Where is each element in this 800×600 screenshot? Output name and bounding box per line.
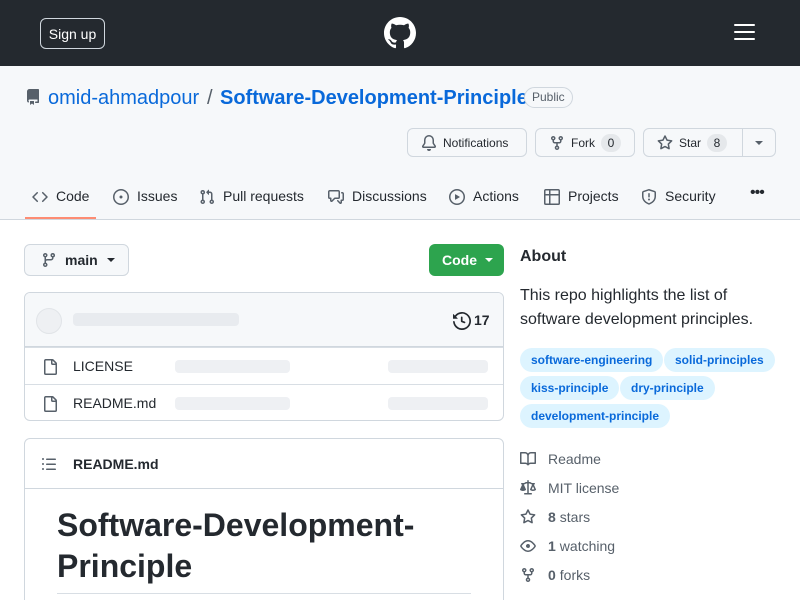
forks-count: 0 [548, 567, 556, 583]
star-icon [657, 134, 673, 149]
tab-discussions[interactable]: Discussions [328, 188, 427, 228]
law-icon [520, 480, 536, 495]
commit-date-placeholder [388, 360, 488, 373]
commit-message-placeholder [175, 360, 290, 373]
list-unordered-icon[interactable] [41, 456, 57, 472]
latest-commit-bar: 17 [25, 293, 503, 347]
button-divider [742, 128, 743, 157]
stars-label: stars [559, 509, 591, 525]
notifications-label: Notifications [443, 135, 509, 150]
fork-icon [551, 135, 563, 150]
path-separator: / [207, 87, 213, 109]
about-heading: About [520, 248, 567, 265]
triangle-down-icon[interactable] [754, 139, 764, 147]
commit-date-placeholder [388, 397, 488, 410]
hamburger-icon[interactable] [734, 24, 755, 40]
branch-name: main [65, 252, 98, 268]
fork-count: 0 [601, 133, 621, 152]
readme-filename[interactable]: README.md [73, 456, 159, 472]
topic-tag[interactable]: dry-principle [620, 376, 715, 400]
file-icon [44, 359, 57, 375]
tab-code[interactable]: Code [32, 188, 89, 228]
readme-link[interactable]: Readme [520, 451, 601, 467]
file-name[interactable]: LICENSE [73, 358, 133, 374]
star-button-group: Star 8 [643, 128, 776, 157]
tab-label: Pull requests [223, 188, 304, 204]
star-icon [520, 509, 536, 524]
shield-icon [642, 189, 656, 205]
readme-label: Readme [548, 451, 601, 467]
file-icon [44, 396, 57, 412]
history-icon[interactable] [453, 312, 471, 330]
tab-pull-requests[interactable]: Pull requests [199, 188, 304, 228]
readme-heading: Software-Development-Principle [57, 507, 415, 584]
stars-link[interactable]: 8 stars [520, 509, 590, 525]
code-icon [32, 191, 48, 203]
fork-button[interactable]: Fork 0 [535, 128, 635, 157]
triangle-down-icon [106, 258, 115, 262]
kebab-icon[interactable]: ••• [750, 184, 765, 224]
tab-label: Actions [473, 188, 519, 204]
topic-tag[interactable]: solid-principles [664, 348, 775, 372]
tab-actions[interactable]: Actions [449, 188, 519, 228]
fork-label: Fork [571, 135, 595, 150]
license-label: MIT license [548, 480, 620, 496]
tab-label: Issues [137, 188, 178, 204]
watching-label: watching [559, 538, 616, 554]
commit-message-placeholder [175, 397, 290, 410]
watching-count: 1 [548, 538, 556, 554]
readme-header: README.md [25, 439, 503, 489]
topic-tag[interactable]: development-principle [520, 404, 671, 428]
code-download-button[interactable]: Code [429, 244, 504, 276]
more-tabs-label: ••• [750, 184, 765, 201]
issue-icon [113, 189, 129, 205]
play-icon [449, 189, 465, 205]
selected-tab-indicator [25, 217, 96, 219]
repo-owner-link[interactable]: omid-ahmadpour [48, 87, 199, 110]
table-icon [544, 189, 560, 205]
branch-select-button[interactable]: main [24, 244, 129, 276]
file-browser: 17 LICENSE README.md [24, 292, 504, 421]
star-label[interactable]: Star [679, 136, 701, 150]
tab-issues[interactable]: Issues [113, 188, 177, 228]
pull-request-icon [200, 189, 215, 205]
tab-label: Discussions [352, 188, 427, 204]
site-header: Sign up [0, 0, 800, 66]
book-icon [520, 451, 536, 466]
forks-label: forks [559, 567, 591, 583]
tab-label: Projects [568, 188, 619, 204]
tab-label: Security [665, 188, 716, 204]
topic-tag[interactable]: kiss-principle [520, 376, 620, 400]
bell-icon [421, 134, 436, 151]
commit-message-placeholder [73, 313, 239, 326]
star-count: 8 [707, 133, 728, 152]
avatar-placeholder [36, 308, 62, 334]
watchers-link[interactable]: 1 watching [520, 538, 615, 554]
github-mark-icon[interactable] [384, 17, 416, 49]
file-row[interactable]: README.md [25, 384, 503, 420]
file-name[interactable]: README.md [73, 395, 156, 411]
commit-count[interactable]: 17 [474, 312, 490, 328]
file-row[interactable]: LICENSE [25, 347, 503, 384]
notifications-button[interactable]: Notifications [407, 128, 527, 157]
forks-link[interactable]: 0 forks [520, 567, 590, 583]
discussions-icon [328, 190, 344, 204]
triangle-down-icon [485, 258, 493, 262]
heading-divider [57, 593, 471, 594]
visibility-badge: Public [524, 87, 573, 108]
tab-security[interactable]: Security [641, 188, 716, 228]
repo-description: This repo highlights the list of softwar… [520, 287, 754, 328]
code-button-label: Code [442, 252, 477, 268]
repo-name-link[interactable]: Software-Development-Principle [220, 87, 528, 110]
repo-icon [26, 89, 39, 105]
sign-up-button[interactable]: Sign up [40, 18, 105, 49]
topic-tag[interactable]: software-engineering [520, 348, 664, 372]
stars-count: 8 [548, 509, 556, 525]
tab-projects[interactable]: Projects [544, 188, 619, 228]
tab-label: Code [56, 188, 90, 204]
git-branch-icon [42, 253, 55, 268]
license-link[interactable]: MIT license [520, 480, 619, 496]
fork-icon [522, 568, 534, 583]
eye-icon [520, 540, 536, 552]
